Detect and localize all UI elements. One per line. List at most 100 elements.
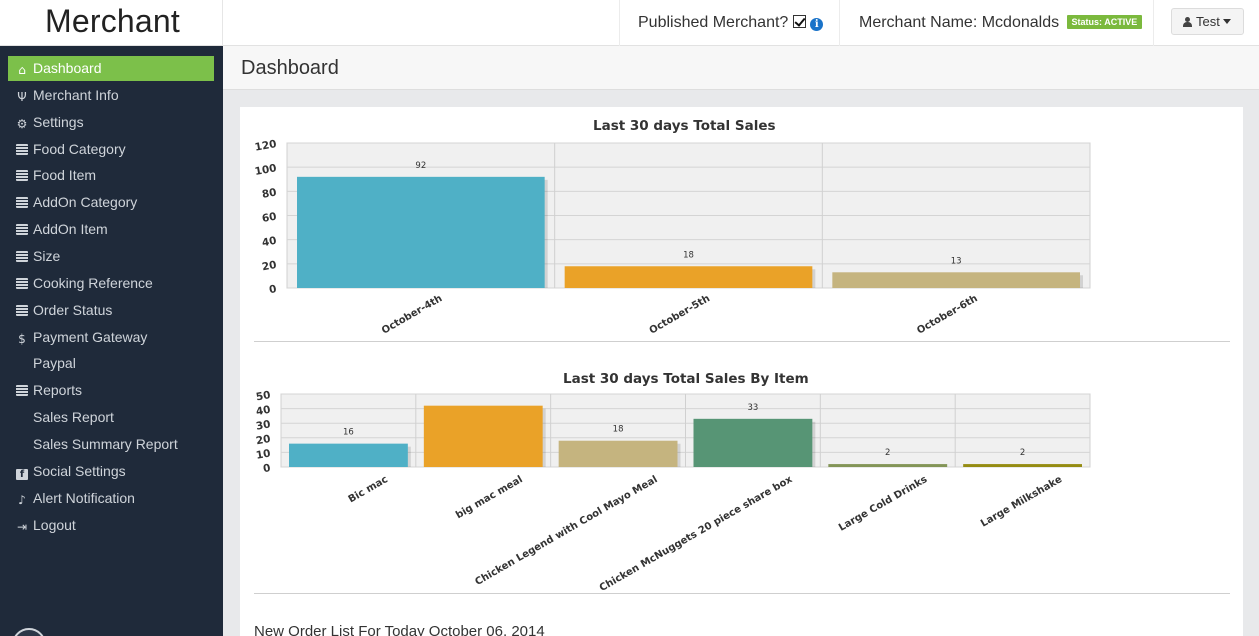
published-label: Published Merchant? <box>638 14 789 31</box>
order-list-title: New Order List For Today October 06, 201… <box>254 623 545 636</box>
bar <box>558 440 678 467</box>
sidebar-item-label: Merchant Info <box>33 87 119 103</box>
sidebar-item-size[interactable]: Size <box>8 244 214 269</box>
sidebar-item-label: Alert Notification <box>33 490 135 506</box>
caret-down-icon <box>1222 19 1231 24</box>
brand[interactable]: Merchant <box>0 0 223 46</box>
sidebar-item-label: Paypal <box>33 355 76 371</box>
x-tick-label: Bic mac <box>347 474 390 505</box>
sidebar-item-label: Social Settings <box>33 463 126 479</box>
sidebar-item-label: Sales Summary Report <box>33 436 178 452</box>
list-icon <box>16 305 28 316</box>
sidebar-item-addon-category[interactable]: AddOn Category <box>8 190 214 215</box>
sidebar-item-settings[interactable]: ⚙ Settings <box>8 110 214 135</box>
sidebar-item-logout[interactable]: ⇥ Logout <box>8 513 214 538</box>
sidebar: ⌂ Dashboard Ψ Merchant Info ⚙ Settings Food… <box>0 46 223 636</box>
list-icon <box>16 385 28 396</box>
x-tick-label: big mac meal <box>454 474 525 521</box>
y-tick-label: 40 <box>261 235 277 249</box>
sidebar-item-label: Size <box>33 248 61 264</box>
published-checkbox[interactable] <box>793 15 807 28</box>
sidebar-item-reports[interactable]: Reports <box>8 378 214 403</box>
sidebar-item-addon-item[interactable]: AddOn Item <box>8 217 214 242</box>
list-icon <box>16 170 28 181</box>
list-icon <box>16 251 28 262</box>
data-label: 2 <box>885 448 890 458</box>
sidebar-item-label: AddOn Category <box>33 194 138 210</box>
sidebar-item-paypal[interactable]: Paypal <box>8 351 214 376</box>
sidebar-item-dashboard[interactable]: ⌂ Dashboard <box>8 56 214 81</box>
y-tick-label: 40 <box>255 404 271 418</box>
bar <box>832 272 1080 288</box>
bar <box>289 443 408 467</box>
user-icon <box>1183 17 1192 27</box>
chart-title: Last 30 days Total Sales By Item <box>563 371 809 387</box>
y-tick-label: 50 <box>255 389 271 403</box>
data-label: 18 <box>683 250 694 260</box>
sidebar-item-label: Settings <box>33 114 84 130</box>
divider <box>254 341 1230 342</box>
info-icon[interactable]: i <box>810 18 824 31</box>
user-menu-button[interactable]: Test <box>1171 8 1244 35</box>
x-tick-label: Large Cold Drinks <box>837 474 929 534</box>
home-icon: ⌂ <box>18 63 26 77</box>
bar <box>297 176 545 288</box>
published-merchant: Published Merchant? i <box>638 14 824 32</box>
bar <box>564 266 813 288</box>
sidebar-item-label: AddOn Item <box>33 221 108 237</box>
y-tick-label: 0 <box>268 283 277 296</box>
sales-by-item-chart: 0102030405016Bic mac big mac meal18Chicke… <box>255 389 1091 593</box>
sidebar-item-food-category[interactable]: Food Category <box>8 137 214 162</box>
user-label: Test <box>1196 14 1220 29</box>
bar <box>423 405 543 467</box>
y-tick-label: 120 <box>254 138 278 154</box>
list-icon <box>16 224 28 235</box>
sidebar-item-sales-report[interactable]: Sales Report <box>8 405 214 430</box>
sidebar-item-label: Reports <box>33 382 83 398</box>
sidebar-item-label: Sales Report <box>33 409 114 425</box>
merchant-name-label: Merchant Name: Mcdonalds <box>859 14 1060 31</box>
header-divider <box>839 0 840 46</box>
list-icon <box>16 197 28 208</box>
sidebar-item-label: Logout <box>33 517 76 533</box>
y-tick-label: 100 <box>254 162 278 178</box>
sidebar-item-payment-gateway[interactable]: $ Payment Gateway <box>8 325 214 350</box>
y-tick-label: 30 <box>255 418 271 432</box>
top-header: Merchant Published Merchant? i Merchant N… <box>0 0 1259 46</box>
data-label: 16 <box>343 428 354 438</box>
sidebar-item-social-settings[interactable]: f Social Settings <box>8 459 214 484</box>
bar <box>693 418 813 467</box>
sidebar-item-sales-summary-report[interactable]: Sales Summary Report <box>8 432 214 457</box>
bell-icon: ♪ <box>18 493 26 507</box>
header-divider <box>619 0 620 46</box>
chart-title: Last 30 days Total Sales <box>593 118 776 134</box>
header-divider <box>1153 0 1154 46</box>
brand-title[interactable]: Merchant <box>45 3 180 40</box>
sidebar-item-label: Cooking Reference <box>33 275 153 291</box>
sidebar-item-food-item[interactable]: Food Item <box>8 163 214 188</box>
logout-icon: ⇥ <box>16 520 28 534</box>
cutlery-icon: Ψ <box>17 90 27 104</box>
data-label: 33 <box>748 403 759 413</box>
page-header: Dashboard <box>223 46 1259 90</box>
list-icon <box>16 278 28 289</box>
sidebar-item-alert-notification[interactable]: ♪ Alert Notification <box>8 486 214 511</box>
sidebar-item-merchant-info[interactable]: Ψ Merchant Info <box>8 83 214 108</box>
y-tick-label: 60 <box>261 211 277 225</box>
y-tick-label: 20 <box>261 259 277 273</box>
list-icon <box>16 144 28 155</box>
x-tick-label: Large Milkshake <box>979 474 1064 530</box>
sidebar-item-cooking-reference[interactable]: Cooking Reference <box>8 271 214 296</box>
status-badge: Status: ACTIVE <box>1066 15 1143 29</box>
x-tick-label: October-6th <box>915 293 979 337</box>
sidebar-item-order-status[interactable]: Order Status <box>8 298 214 323</box>
y-tick-label: 80 <box>261 186 277 200</box>
divider <box>254 593 1230 594</box>
data-label: 18 <box>613 425 624 435</box>
facebook-icon: f <box>16 469 28 480</box>
sales-chart: 0 20 40 60 80 100 120 92 October-4th 18 October-5t… <box>254 138 1091 337</box>
y-tick-label: 10 <box>255 448 271 462</box>
gear-icon: ⚙ <box>16 117 28 131</box>
data-label: 13 <box>951 256 962 266</box>
sidebar-item-label: Order Status <box>33 302 113 318</box>
